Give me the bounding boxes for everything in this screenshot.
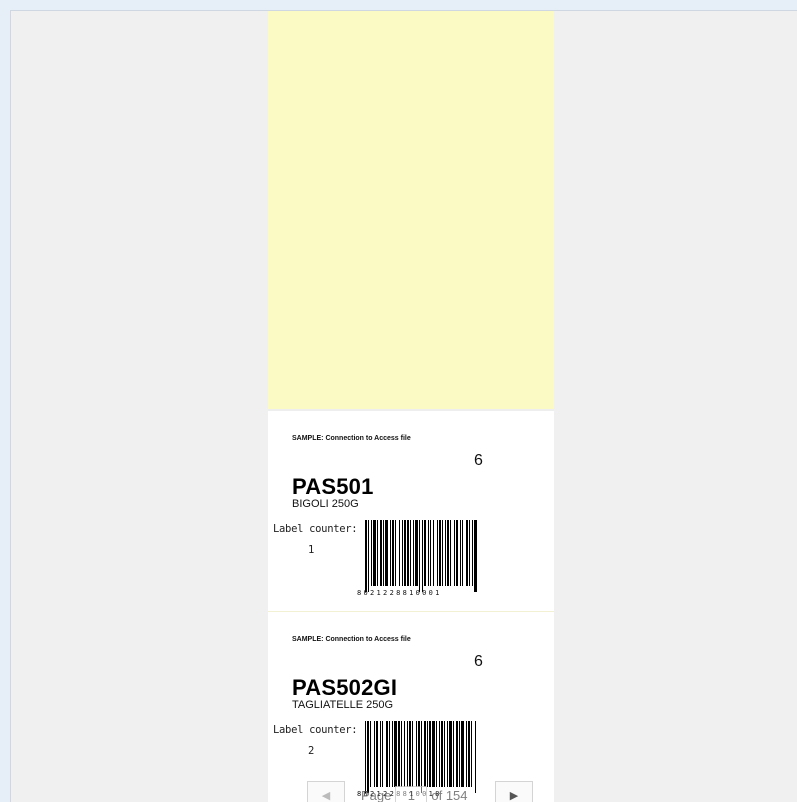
- quantity-value: 6: [474, 452, 483, 469]
- page-navigator: ◀ Page 1 of 154 ▶: [307, 781, 537, 802]
- print-preview-viewer: SAMPLE: Connection to Access file 6 PAS5…: [10, 10, 797, 802]
- previous-page-button[interactable]: ◀: [307, 781, 345, 802]
- page-indicator: Page 1 of 154: [361, 786, 468, 802]
- label-card: SAMPLE: Connection to Access file 6 PAS5…: [268, 612, 554, 802]
- sample-caption: SAMPLE: Connection to Access file: [292, 636, 411, 643]
- counter-value: 2: [308, 745, 315, 757]
- product-code: PAS501: [292, 474, 374, 499]
- counter-value: 1: [308, 544, 315, 556]
- label-sheet: SAMPLE: Connection to Access file 6 PAS5…: [268, 11, 554, 802]
- counter-label: Label counter:: [273, 523, 358, 535]
- product-description: TAGLIATELLE 250G: [292, 699, 394, 711]
- barcode-digits: 8021228810001: [357, 589, 442, 597]
- page-total: of 154: [431, 788, 468, 802]
- blank-label-area: [268, 11, 554, 411]
- barcode: [365, 520, 477, 592]
- label-card: SAMPLE: Connection to Access file 6 PAS5…: [268, 411, 554, 612]
- product-description: BIGOLI 250G: [292, 498, 359, 510]
- chevron-left-icon: ◀: [321, 789, 331, 802]
- sample-caption: SAMPLE: Connection to Access file: [292, 435, 411, 442]
- next-page-button[interactable]: ▶: [495, 781, 533, 802]
- chevron-right-icon: ▶: [509, 789, 519, 802]
- counter-label: Label counter:: [273, 724, 358, 736]
- product-code: PAS502GI: [292, 675, 398, 700]
- page-word: Page: [361, 788, 392, 802]
- page-number-input[interactable]: 1: [395, 786, 428, 802]
- quantity-value: 6: [474, 653, 483, 670]
